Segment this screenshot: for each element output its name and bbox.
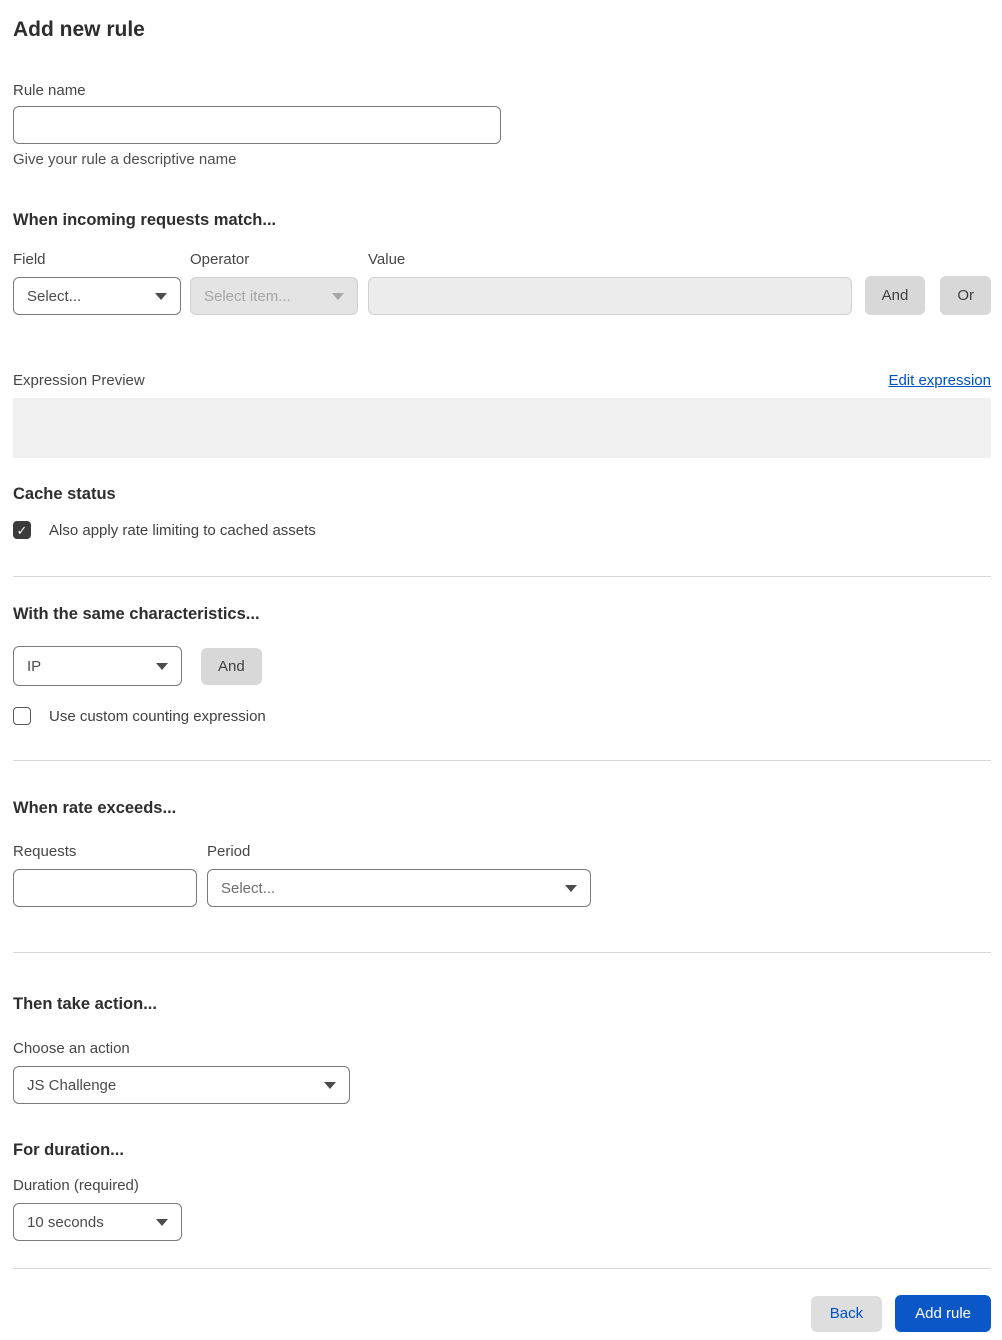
section-divider — [13, 952, 991, 953]
expression-preview-label: Expression Preview — [13, 372, 145, 389]
chevron-down-icon — [565, 884, 577, 892]
rule-name-input[interactable] — [13, 106, 501, 144]
duration-label: Duration (required) — [13, 1177, 139, 1194]
period-column: Period Select... — [207, 843, 591, 907]
section-divider — [13, 760, 991, 761]
action-select[interactable]: JS Challenge — [13, 1066, 350, 1104]
duration-select[interactable]: 10 seconds — [13, 1203, 182, 1241]
period-label: Period — [207, 843, 251, 860]
operator-label: Operator — [190, 251, 250, 268]
characteristics-heading: With the same characteristics... — [13, 605, 260, 623]
rate-row: Requests Period Select... — [13, 843, 991, 907]
operator-select-value: Select item... — [204, 287, 291, 305]
custom-counting-checkbox[interactable] — [13, 707, 31, 725]
match-section-heading: When incoming requests match... — [13, 211, 277, 229]
rule-name-help: Give your rule a descriptive name — [13, 151, 237, 168]
add-rule-button[interactable]: Add rule — [895, 1295, 991, 1332]
characteristics-and-button[interactable]: And — [201, 647, 262, 685]
back-button[interactable]: Back — [810, 1295, 883, 1332]
match-criteria-row: Field Select... Operator Select item... … — [13, 251, 991, 315]
edit-expression-link[interactable]: Edit expression — [888, 372, 991, 389]
characteristic-select-value: IP — [27, 657, 42, 675]
rule-name-label: Rule name — [13, 82, 86, 99]
field-label: Field — [13, 251, 46, 268]
expression-preview-box — [13, 398, 991, 458]
duration-select-value: 10 seconds — [27, 1213, 104, 1231]
chevron-down-icon — [324, 1081, 336, 1089]
action-select-value: JS Challenge — [27, 1076, 117, 1094]
chevron-down-icon — [332, 292, 344, 300]
chevron-down-icon — [156, 662, 168, 670]
take-action-heading: Then take action... — [13, 995, 157, 1013]
value-label: Value — [368, 251, 406, 268]
footer-actions: Back Add rule — [13, 1295, 991, 1332]
expression-preview-header: Expression Preview Edit expression — [13, 372, 991, 389]
cached-assets-checkbox[interactable]: ✓ — [13, 521, 31, 539]
footer-divider — [13, 1268, 991, 1269]
rate-exceeds-heading: When rate exceeds... — [13, 799, 177, 817]
requests-label: Requests — [13, 843, 77, 860]
add-rule-form: Add new rule Rule name Give your rule a … — [0, 0, 1002, 1332]
chevron-down-icon — [156, 1218, 168, 1226]
cache-status-heading: Cache status — [13, 485, 116, 503]
requests-input[interactable] — [13, 869, 197, 907]
cached-assets-checkbox-label[interactable]: Also apply rate limiting to cached asset… — [49, 522, 316, 539]
page-title: Add new rule — [13, 18, 145, 41]
chevron-down-icon — [155, 292, 167, 300]
field-select-value: Select... — [27, 287, 82, 305]
field-column: Field Select... — [13, 251, 181, 315]
characteristics-row: IP And — [13, 646, 991, 686]
field-select[interactable]: Select... — [13, 277, 181, 315]
custom-counting-checkbox-label[interactable]: Use custom counting expression — [49, 708, 266, 725]
section-divider — [13, 576, 991, 577]
cache-status-checkbox-row: ✓ Also apply rate limiting to cached ass… — [13, 521, 991, 539]
period-select[interactable]: Select... — [207, 869, 591, 907]
operator-column: Operator Select item... — [190, 251, 358, 315]
requests-column: Requests — [13, 843, 197, 907]
characteristic-select[interactable]: IP — [13, 646, 182, 686]
counting-expression-checkbox-row: Use custom counting expression — [13, 707, 991, 725]
value-input — [368, 277, 852, 315]
or-button[interactable]: Or — [940, 276, 991, 315]
duration-heading: For duration... — [13, 1141, 124, 1159]
period-select-value: Select... — [221, 879, 276, 897]
operator-select: Select item... — [190, 277, 358, 315]
choose-action-label: Choose an action — [13, 1040, 130, 1057]
checkmark-icon: ✓ — [16, 522, 28, 538]
and-button[interactable]: And — [864, 276, 926, 315]
rule-name-block: Rule name Give your rule a descriptive n… — [13, 82, 991, 168]
value-column: Value — [368, 251, 852, 315]
